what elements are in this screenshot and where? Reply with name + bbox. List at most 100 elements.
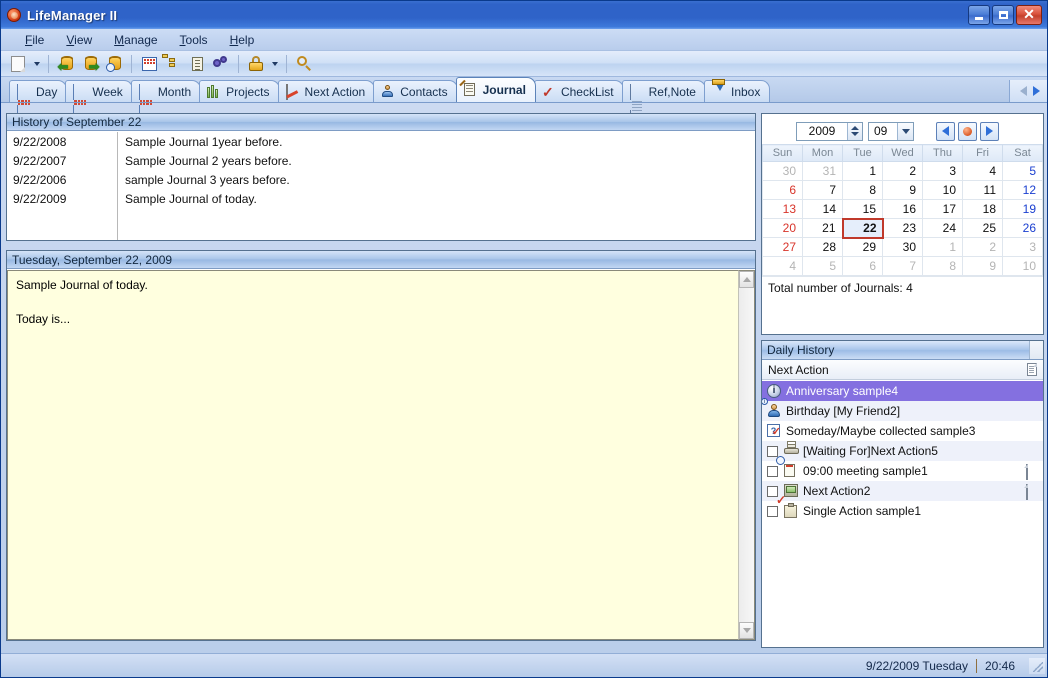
list-item[interactable]: Next Action2 (762, 481, 1043, 501)
scroll-down-button[interactable] (739, 622, 754, 639)
calendar-day-cell[interactable]: 15 (842, 199, 883, 219)
close-button[interactable]: ✕ (1016, 5, 1042, 25)
scroll-tabs-left-icon[interactable] (1020, 86, 1027, 96)
tree-view-icon[interactable] (162, 53, 184, 75)
list-item[interactable]: 09:00 meeting sample1 (762, 456, 1043, 481)
scroll-tabs-right-icon[interactable] (1033, 86, 1040, 96)
lock-dropdown-arrow[interactable] (269, 53, 280, 75)
calendar-day-cell[interactable]: 27 (762, 237, 803, 257)
tab-contacts[interactable]: Contacts (373, 80, 458, 102)
calendar-day-cell[interactable]: 23 (882, 218, 923, 238)
calendar-day-cell[interactable]: 18 (962, 199, 1003, 219)
calendar-day-cell[interactable]: 12 (1002, 180, 1043, 200)
journal-vertical-scrollbar[interactable] (738, 270, 755, 640)
history-row[interactable]: 9/22/2008 Sample Journal 1year before. (7, 132, 755, 151)
calendar-day-cell[interactable]: 1 (922, 237, 963, 257)
tab-next-action[interactable]: Next Action (277, 80, 376, 102)
history-row[interactable]: 9/22/2007 Sample Journal 2 years before. (7, 151, 755, 170)
list-item-checkbox[interactable] (767, 445, 778, 457)
menu-file[interactable]: File (14, 31, 55, 49)
year-spinner-arrows[interactable] (847, 122, 862, 140)
note-icon[interactable] (1026, 483, 1037, 500)
scroll-up-button[interactable] (739, 271, 754, 288)
database-history-icon[interactable] (103, 53, 125, 75)
calendar-day-cell[interactable]: 20 (762, 218, 803, 238)
daily-history-column-header[interactable]: Next Action (762, 360, 1043, 380)
maximize-button[interactable] (992, 5, 1014, 25)
year-value[interactable]: 2009 (797, 124, 847, 138)
calendar-day-cell[interactable]: 13 (762, 199, 803, 219)
year-down-arrow-icon[interactable] (851, 132, 859, 136)
next-month-button[interactable] (980, 121, 999, 141)
calendar-day-cell[interactable]: 9 (882, 180, 923, 200)
list-item-checkbox[interactable] (767, 465, 778, 477)
daily-history-list[interactable]: i Anniversary sample4 i Birthday [My Fri… (762, 381, 1043, 647)
calendar-day-cell[interactable]: 7 (882, 256, 923, 276)
note-icon[interactable] (1026, 463, 1037, 480)
list-item[interactable]: i Birthday [My Friend2] (762, 398, 1043, 421)
calendar-day-cell[interactable]: 4 (762, 256, 803, 276)
tab-projects[interactable]: Projects (199, 80, 280, 102)
menu-tools[interactable]: Tools (169, 31, 219, 49)
calendar-day-cell[interactable]: 5 (802, 256, 843, 276)
year-up-arrow-icon[interactable] (851, 126, 859, 130)
chevron-down-icon[interactable] (897, 122, 913, 140)
settings-gears-icon[interactable] (210, 53, 232, 75)
minimize-button[interactable] (968, 5, 990, 25)
history-row[interactable]: 9/22/2009 Sample Journal of today. (7, 189, 755, 208)
calendar-day-cell[interactable]: 24 (922, 218, 963, 238)
calendar-day-cell[interactable]: 17 (922, 199, 963, 219)
calendar-day-cell[interactable]: 9 (962, 256, 1003, 276)
calendar-day-cell[interactable]: 10 (922, 180, 963, 200)
month-combobox[interactable]: 09 (868, 121, 914, 141)
prev-month-button[interactable] (936, 121, 955, 141)
calendar-day-cell[interactable]: 6 (762, 180, 803, 200)
export-database-icon[interactable]: ➡ (79, 53, 101, 75)
new-document-icon[interactable] (7, 53, 29, 75)
tab-month[interactable]: Month (130, 80, 202, 121)
calendar-day-cell[interactable]: 6 (842, 256, 883, 276)
tab-week[interactable]: Week (65, 80, 133, 121)
tab-checklist[interactable]: ✓ CheckList (533, 80, 624, 102)
calendar-day-cell[interactable]: 4 (962, 161, 1003, 181)
calendar-day-cell[interactable]: 25 (962, 218, 1003, 238)
calendar-day-cell[interactable]: 7 (802, 180, 843, 200)
calendar-day-cell[interactable]: 29 (842, 237, 883, 257)
list-item[interactable]: i Anniversary sample4 (762, 381, 1043, 401)
calendar-icon[interactable] (138, 53, 160, 75)
tab-day[interactable]: Day (9, 80, 68, 121)
calendar-day-cell[interactable]: 3 (1002, 237, 1043, 257)
journal-text-area[interactable]: Sample Journal of today. Today is... (7, 270, 738, 640)
calendar-day-cell[interactable]: 28 (802, 237, 843, 257)
calendar-day-cell[interactable]: 14 (802, 199, 843, 219)
list-item[interactable]: [Waiting For]Next Action5 (762, 441, 1043, 461)
calendar-day-cell[interactable]: 11 (962, 180, 1003, 200)
tab-inbox[interactable]: Inbox (703, 78, 771, 102)
menu-manage[interactable]: Manage (103, 31, 168, 49)
calendar-day-cell[interactable]: 31 (802, 161, 843, 181)
new-document-dropdown-arrow[interactable] (31, 53, 42, 75)
resize-grip[interactable] (1029, 657, 1045, 674)
history-row[interactable]: 9/22/2006 sample Journal 3 years before. (7, 170, 755, 189)
calendar-day-cell[interactable]: 2 (962, 237, 1003, 257)
calendar-day-cell[interactable]: 21 (802, 218, 843, 238)
tab-journal[interactable]: Journal (455, 77, 536, 102)
list-view-icon[interactable] (186, 53, 208, 75)
calendar-day-cell[interactable]: 16 (882, 199, 923, 219)
import-database-icon[interactable]: ⬅ (55, 53, 77, 75)
search-icon[interactable] (293, 53, 315, 75)
menu-view[interactable]: View (55, 31, 103, 49)
scroll-track[interactable] (739, 288, 754, 622)
calendar-day-cell[interactable]: 5 (1002, 161, 1043, 181)
lock-icon[interactable] (245, 53, 267, 75)
calendar-day-cell[interactable]: 30 (882, 237, 923, 257)
calendar-day-cell[interactable]: 1 (842, 161, 883, 181)
year-spinner[interactable]: 2009 (796, 121, 863, 141)
calendar-day-cell[interactable]: 26 (1002, 218, 1043, 238)
history-list[interactable]: 9/22/2008 Sample Journal 1year before. 9… (7, 132, 755, 240)
today-button[interactable] (958, 121, 977, 141)
month-value[interactable]: 09 (869, 124, 897, 138)
calendar-day-cell[interactable]: 8 (922, 256, 963, 276)
list-item[interactable]: ✓ Single Action sample1 (762, 494, 1043, 521)
list-item-checkbox[interactable] (767, 505, 778, 517)
